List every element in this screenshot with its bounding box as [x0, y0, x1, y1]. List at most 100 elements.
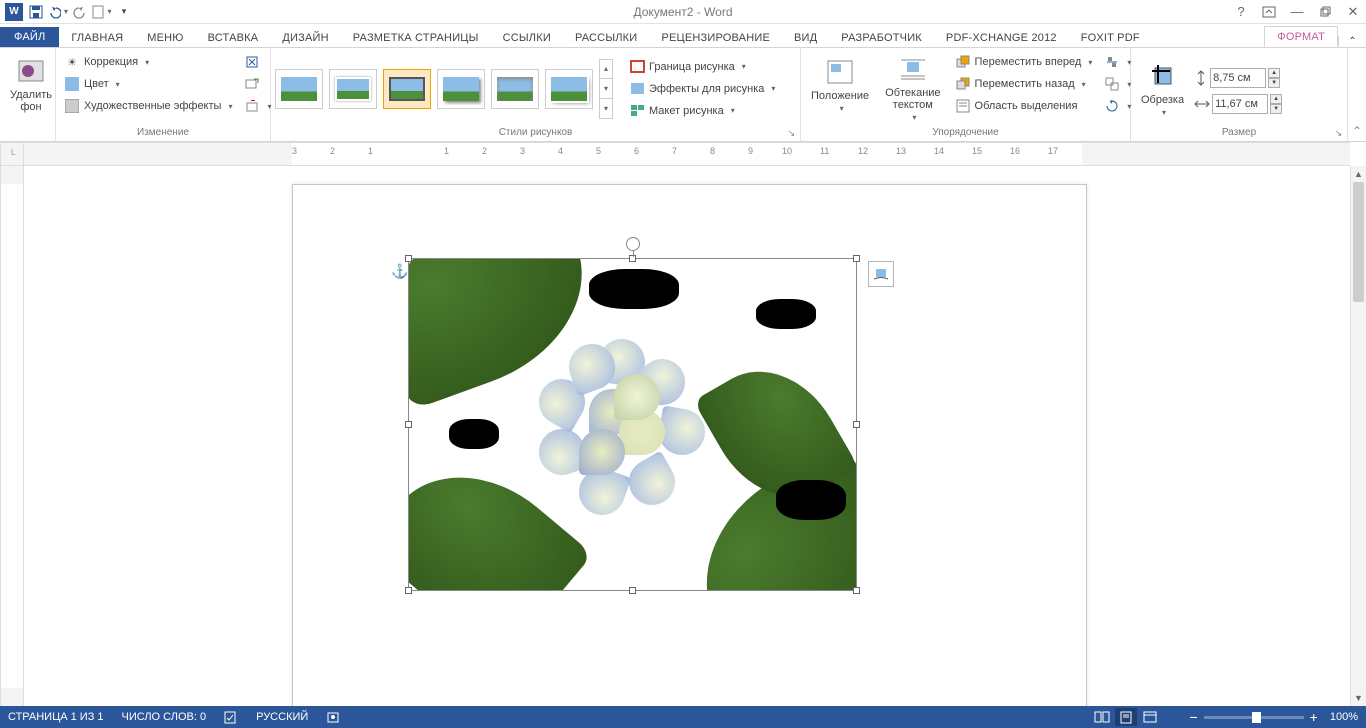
scrollbar-thumb[interactable] — [1353, 182, 1364, 302]
corrections-button[interactable]: ☀Коррекция▾ — [60, 51, 236, 73]
status-macro-icon[interactable] — [326, 710, 340, 724]
flower-photo — [409, 259, 856, 590]
rotate-handle[interactable] — [626, 237, 640, 251]
tab-review[interactable]: РЕЦЕНЗИРОВАНИЕ — [649, 28, 782, 47]
artistic-effects-button[interactable]: Художественные эффекты▾ — [60, 95, 236, 117]
gallery-more-button[interactable]: ▴▾▾ — [599, 59, 613, 119]
status-word-count[interactable]: ЧИСЛО СЛОВ: 0 — [122, 711, 207, 723]
save-icon[interactable] — [26, 2, 46, 22]
redo-icon[interactable] — [70, 2, 90, 22]
vertical-ruler[interactable] — [0, 166, 24, 706]
tab-insert[interactable]: ВСТАВКА — [196, 28, 271, 47]
group-label-adjust: Изменение — [60, 126, 266, 141]
resize-handle[interactable] — [853, 255, 860, 262]
style-thumb[interactable] — [491, 69, 539, 109]
width-input[interactable]: ▲▼ — [1194, 94, 1282, 114]
tab-file[interactable]: ФАЙЛ — [0, 27, 59, 47]
vertical-scrollbar[interactable]: ▲ ▼ — [1350, 166, 1366, 706]
help-icon[interactable]: ? — [1232, 3, 1250, 21]
style-thumb-selected[interactable] — [383, 69, 431, 109]
style-thumb[interactable] — [275, 69, 323, 109]
tab-menu[interactable]: Меню — [135, 28, 195, 47]
zoom-out-icon[interactable]: − — [1189, 709, 1197, 725]
tab-mailings[interactable]: РАССЫЛКИ — [563, 28, 649, 47]
style-thumb[interactable] — [545, 69, 593, 109]
picture-effects-button[interactable]: Эффекты для рисунка▾ — [625, 78, 779, 100]
width-down-icon[interactable]: ▼ — [1270, 104, 1282, 114]
view-web-icon[interactable] — [1139, 708, 1161, 726]
tab-layout[interactable]: РАЗМЕТКА СТРАНИЦЫ — [341, 28, 491, 47]
collapse-ribbon-bottom-icon[interactable]: ⌃ — [1348, 48, 1366, 141]
tab-developer[interactable]: РАЗРАБОТЧИК — [829, 28, 934, 47]
zoom-value[interactable]: 100% — [1330, 711, 1358, 723]
tab-home[interactable]: ГЛАВНАЯ — [59, 28, 135, 47]
tab-pdf-xchange[interactable]: PDF-XChange 2012 — [934, 28, 1069, 47]
picture-styles-gallery[interactable]: ▴▾▾ — [275, 59, 613, 119]
scroll-up-icon[interactable]: ▲ — [1351, 166, 1366, 182]
position-button[interactable]: Положение▾ — [805, 51, 875, 117]
width-up-icon[interactable]: ▲ — [1270, 94, 1282, 104]
minimize-icon[interactable]: — — [1288, 3, 1306, 21]
height-up-icon[interactable]: ▲ — [1268, 68, 1280, 78]
tab-references[interactable]: ССЫЛКИ — [491, 28, 563, 47]
view-read-icon[interactable] — [1091, 708, 1113, 726]
crop-button[interactable]: Обрезка▾ — [1135, 56, 1190, 122]
styles-dialog-launcher-icon[interactable]: ↘ — [786, 128, 797, 139]
group-label-arrange: Упорядочение — [805, 126, 1126, 141]
style-thumb[interactable] — [437, 69, 485, 109]
tab-foxit[interactable]: Foxit PDF — [1069, 28, 1152, 47]
selection-pane-button[interactable]: Область выделения — [951, 95, 1097, 117]
maximize-icon[interactable] — [1316, 3, 1334, 21]
layout-options-button[interactable] — [868, 261, 894, 287]
title-bar: W ▾ ▾ ▾ Документ2 - Word ? — ✕ — [0, 0, 1366, 24]
status-bar: СТРАНИЦА 1 ИЗ 1 ЧИСЛО СЛОВ: 0 РУССКИЙ − … — [0, 706, 1366, 728]
style-thumb[interactable] — [329, 69, 377, 109]
bring-forward-button[interactable]: Переместить вперед▾ — [951, 51, 1097, 73]
new-doc-icon[interactable]: ▾ — [92, 2, 112, 22]
resize-handle[interactable] — [853, 421, 860, 428]
window-title: Документ2 - Word — [0, 5, 1366, 19]
zoom-slider[interactable] — [1204, 716, 1304, 719]
anchor-icon[interactable]: ⚓ — [391, 263, 408, 280]
undo-icon[interactable]: ▾ — [48, 2, 68, 22]
size-dialog-launcher-icon[interactable]: ↘ — [1333, 128, 1344, 139]
group-label-size: Размер — [1135, 126, 1343, 141]
remove-background-button[interactable]: Удалить фон — [4, 51, 58, 117]
collapse-ribbon-icon[interactable]: ⌃ — [1338, 36, 1366, 47]
view-print-icon[interactable] — [1115, 708, 1137, 726]
picture-layout-button[interactable]: Макет рисунка▾ — [625, 100, 779, 122]
resize-handle[interactable] — [405, 421, 412, 428]
picture-border-button[interactable]: Граница рисунка▾ — [625, 56, 779, 78]
status-page[interactable]: СТРАНИЦА 1 ИЗ 1 — [8, 711, 104, 723]
status-proofing-icon[interactable] — [224, 710, 238, 724]
qat-customize-icon[interactable]: ▾ — [114, 2, 134, 22]
resize-handle[interactable] — [405, 255, 412, 262]
horizontal-ruler[interactable]: 3 2 1 1 2 3 4 5 6 7 8 9 10 11 12 13 14 1… — [24, 142, 1350, 166]
window-controls: ? — ✕ — [1232, 3, 1362, 21]
height-down-icon[interactable]: ▼ — [1268, 78, 1280, 88]
tab-format[interactable]: ФОРМАТ — [1264, 26, 1338, 47]
ribbon-display-icon[interactable] — [1260, 3, 1278, 21]
tab-view[interactable]: ВИД — [782, 28, 829, 47]
wrap-text-button[interactable]: Обтекание текстом▾ — [879, 51, 946, 124]
tab-design[interactable]: ДИЗАЙН — [270, 28, 340, 47]
editor-area: ⚓ ▲ ▼ — [0, 166, 1366, 706]
ruler-area: └ 3 2 1 1 2 3 4 5 6 7 8 9 10 11 12 13 14… — [0, 142, 1366, 166]
document-canvas[interactable]: ⚓ — [24, 166, 1350, 706]
tab-selector-icon[interactable]: └ — [0, 142, 24, 166]
send-backward-button[interactable]: Переместить назад▾ — [951, 73, 1097, 95]
close-icon[interactable]: ✕ — [1344, 3, 1362, 21]
resize-handle[interactable] — [853, 587, 860, 594]
selected-image[interactable]: ⚓ — [408, 258, 857, 591]
picture-color-button[interactable]: Цвет▾ — [60, 73, 236, 95]
word-app-icon[interactable]: W — [4, 2, 24, 22]
status-language[interactable]: РУССКИЙ — [256, 711, 308, 723]
scroll-down-icon[interactable]: ▼ — [1351, 690, 1366, 706]
resize-handle[interactable] — [629, 587, 636, 594]
height-input[interactable]: ▲▼ — [1194, 68, 1282, 88]
quick-access-toolbar: W ▾ ▾ ▾ — [4, 2, 134, 22]
resize-handle[interactable] — [405, 587, 412, 594]
zoom-in-icon[interactable]: + — [1310, 709, 1318, 725]
ribbon-tabs: ФАЙЛ ГЛАВНАЯ Меню ВСТАВКА ДИЗАЙН РАЗМЕТК… — [0, 24, 1366, 48]
group-label-styles: Стили рисунков — [275, 126, 796, 141]
